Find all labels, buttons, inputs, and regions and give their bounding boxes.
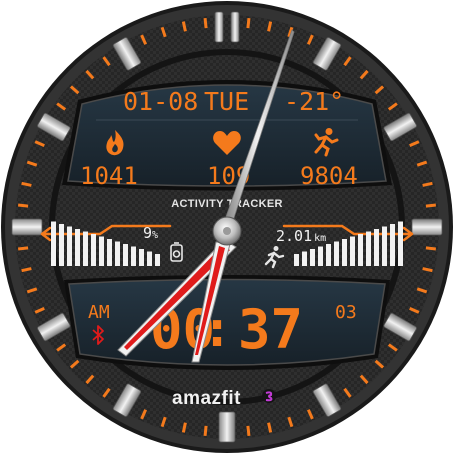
minute-tick: [267, 21, 273, 32]
level-bar: [155, 254, 160, 266]
level-bar: [374, 229, 379, 266]
level-bar: [310, 249, 315, 266]
level-bar: [366, 231, 371, 266]
clock-seconds: 03: [335, 302, 357, 323]
level-bar: [302, 251, 307, 266]
hour-marker: [411, 218, 443, 236]
hour-marker: [218, 411, 236, 443]
level-bar: [318, 246, 323, 266]
level-bar: [83, 231, 88, 266]
minute-tick: [422, 267, 433, 273]
level-bar: [131, 246, 136, 266]
level-bar: [99, 236, 104, 266]
level-bar: [326, 244, 331, 266]
level-bar: [350, 236, 355, 266]
temperature: -21°: [284, 87, 344, 116]
level-bar: [107, 239, 112, 266]
minute-tick: [422, 181, 433, 187]
level-bar: [139, 249, 144, 266]
date: 01-08: [123, 87, 198, 116]
minute-tick: [17, 203, 29, 208]
minute-tick: [181, 422, 187, 433]
minute-tick: [267, 422, 273, 433]
level-bar: [123, 244, 128, 266]
level-bar: [147, 251, 152, 266]
level-bar: [358, 234, 363, 266]
minute-tick: [246, 17, 251, 29]
minute-tick: [246, 425, 251, 437]
level-bar: [75, 229, 80, 266]
watch-face: 01-08 TUE -21° 1041 109 9804 ACTIVITY TR…: [1, 1, 453, 453]
minute-tick: [21, 181, 32, 187]
weekday: TUE: [204, 87, 249, 116]
level-bar: [59, 224, 64, 266]
level-bar: [294, 254, 299, 266]
minute-tick: [181, 21, 187, 32]
clock-minutes: 37: [238, 298, 303, 361]
minute-tick: [203, 425, 208, 437]
am-pm-indicator: AM: [88, 302, 110, 323]
brand-badge-icon: [262, 389, 276, 403]
level-bar: [342, 239, 347, 266]
level-bar: [91, 234, 96, 266]
level-bar: [67, 226, 72, 266]
level-bar: [398, 221, 403, 266]
minute-tick: [203, 17, 208, 29]
activity-tracker-label: ACTIVITY TRACKER: [171, 198, 283, 210]
level-bar: [334, 241, 339, 266]
minute-tick: [17, 246, 29, 251]
hour-marker: [11, 218, 43, 236]
steps-value: 9804: [300, 162, 358, 190]
level-bar: [51, 221, 56, 266]
level-bar: [382, 226, 387, 266]
level-bar: [390, 224, 395, 266]
calories-value: 1041: [80, 162, 138, 190]
brand-logo: amazfit: [172, 388, 241, 409]
minute-tick: [425, 246, 437, 251]
minute-tick: [425, 203, 437, 208]
level-bar: [115, 241, 120, 266]
minute-tick: [21, 267, 32, 273]
